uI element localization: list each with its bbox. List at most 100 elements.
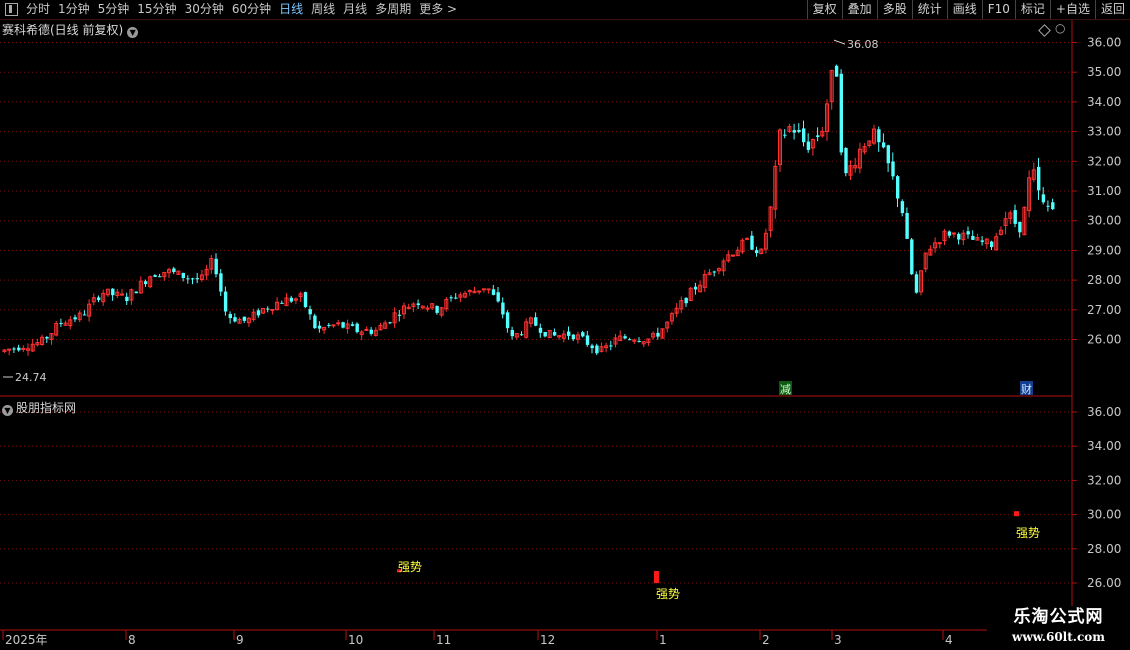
candle-body	[900, 201, 905, 214]
period-toolbar: 分时 1分钟 5分钟 15分钟 30分钟 60分钟 日线 周线 月线 多周期 更多 > 复权 叠加 多股…	[0, 0, 1130, 20]
candle-body	[481, 288, 486, 291]
candle-body	[369, 329, 373, 334]
toolbar-button-4[interactable]: 画线	[946, 0, 982, 19]
toolbar-button-2[interactable]: 多股	[876, 0, 912, 19]
strong-signal-label: 强势	[398, 560, 422, 574]
candle-body	[270, 308, 275, 311]
toolbar-button-1[interactable]: 叠加	[841, 0, 877, 19]
chevron-down-icon[interactable]: ▼	[2, 405, 13, 416]
candle-body	[454, 297, 458, 299]
candle-body	[158, 276, 162, 278]
main-panel-title: 赛科希德(日线 前复权) ▼	[2, 21, 139, 38]
candle-body	[228, 314, 232, 319]
period-tab-4[interactable]: 30分钟	[181, 0, 228, 19]
candle-body	[289, 297, 294, 302]
x-axis-label: 12	[540, 633, 555, 647]
candle-body	[111, 288, 115, 296]
candle-body	[910, 239, 914, 275]
toolbar-button-5[interactable]: F10	[981, 0, 1015, 19]
high-price-label: 36.08	[847, 38, 879, 51]
main-y-tick-label: 31.00	[1087, 184, 1121, 198]
strong-signal-label: 强势	[1016, 526, 1040, 540]
x-axis-label: 4	[945, 633, 953, 647]
period-tab-6[interactable]: 日线	[275, 0, 307, 19]
candle-body	[957, 233, 961, 240]
candle-body	[595, 345, 599, 354]
stock-title: 赛科希德(日线 前复权)	[2, 23, 124, 37]
candle-body	[1037, 166, 1041, 191]
candle-body	[881, 142, 886, 148]
x-axis-label: 2	[762, 633, 770, 647]
candle-body	[266, 308, 270, 310]
toolbar-button-8[interactable]: 返回	[1094, 0, 1130, 19]
finance-badge-label: 财	[1021, 382, 1032, 396]
chevron-down-icon[interactable]: ▼	[127, 27, 139, 38]
main-y-tick-label: 33.00	[1087, 125, 1121, 139]
x-axis-label: 8	[128, 633, 136, 647]
x-axis-label: 9	[236, 633, 244, 647]
candle-body	[21, 347, 26, 350]
candle-body	[435, 306, 439, 313]
period-tab-9[interactable]: 多周期	[371, 0, 415, 19]
toolbar-button-0[interactable]: 复权	[806, 0, 842, 19]
candle-body	[397, 314, 402, 316]
period-tab-10[interactable]: 更多 >	[415, 0, 461, 19]
toolbar-buttons: 复权 叠加 多股 统计 画线 F10 标记 +自选 返回	[806, 0, 1130, 19]
candle-body	[839, 73, 843, 153]
period-tab-3[interactable]: 15分钟	[133, 0, 180, 19]
high-pointer	[833, 39, 846, 45]
candle-body	[806, 141, 811, 150]
kline-chart[interactable]: 36.00 35.00 34.00 33.00 32.00 31.00 30.00 29.00…	[0, 20, 1130, 650]
main-y-tick-label: 29.00	[1087, 243, 1121, 257]
candle-body	[567, 331, 571, 336]
strong-signal-label: 强势	[656, 587, 680, 601]
candle-body	[1018, 221, 1022, 233]
candle-body	[1051, 202, 1055, 210]
candle-body	[214, 258, 218, 275]
candle-body	[355, 323, 359, 333]
candle-body	[693, 286, 698, 290]
candle-body	[684, 297, 688, 304]
candle-body	[181, 272, 185, 278]
x-axis-label: 11	[436, 633, 451, 647]
period-tab-2[interactable]: 5分钟	[94, 0, 134, 19]
toolbar-button-7[interactable]: +自选	[1049, 0, 1095, 19]
candle-body	[496, 292, 500, 302]
toolbar-button-6[interactable]: 标记	[1014, 0, 1050, 19]
candle-body	[1046, 205, 1050, 207]
candle-body	[783, 134, 787, 136]
main-y-tick-label: 34.00	[1087, 95, 1121, 109]
candle-body	[97, 297, 101, 301]
candle-body	[1041, 194, 1046, 203]
toolbar-button-3[interactable]: 统计	[911, 0, 947, 19]
x-axis-label: 3	[834, 633, 842, 647]
panel-toggle-icon[interactable]	[5, 3, 18, 16]
period-tab-7[interactable]: 周线	[307, 0, 339, 19]
candle-body	[971, 235, 975, 240]
candle-body	[990, 241, 994, 248]
period-tab-8[interactable]: 月线	[339, 0, 371, 19]
period-tab-5[interactable]: 60分钟	[228, 0, 275, 19]
candle-body	[153, 275, 157, 277]
period-tab-1[interactable]: 1分钟	[54, 0, 94, 19]
candle-body	[477, 290, 482, 293]
candle-body	[125, 296, 129, 302]
period-tab-0[interactable]: 分时	[22, 0, 54, 19]
candle-body	[914, 274, 919, 293]
candle-body	[223, 291, 228, 312]
candle-body	[256, 310, 261, 316]
candle-body	[45, 336, 49, 339]
candle-body	[543, 331, 547, 337]
main-y-tick-label: 35.00	[1087, 65, 1121, 79]
watermark-url: www.60lt.com	[1012, 630, 1105, 644]
candle-body	[364, 329, 369, 332]
candle-body	[195, 278, 200, 280]
watermark: 乐淘公式网 www.60lt.com	[987, 606, 1130, 650]
candle-body	[520, 334, 524, 336]
candle-body	[656, 332, 660, 337]
x-axis-label: 2025年	[5, 633, 48, 647]
close-icon[interactable]: ○	[1055, 21, 1065, 35]
candle-body	[585, 335, 590, 345]
candle-body	[17, 347, 21, 351]
candle-body	[172, 268, 176, 273]
